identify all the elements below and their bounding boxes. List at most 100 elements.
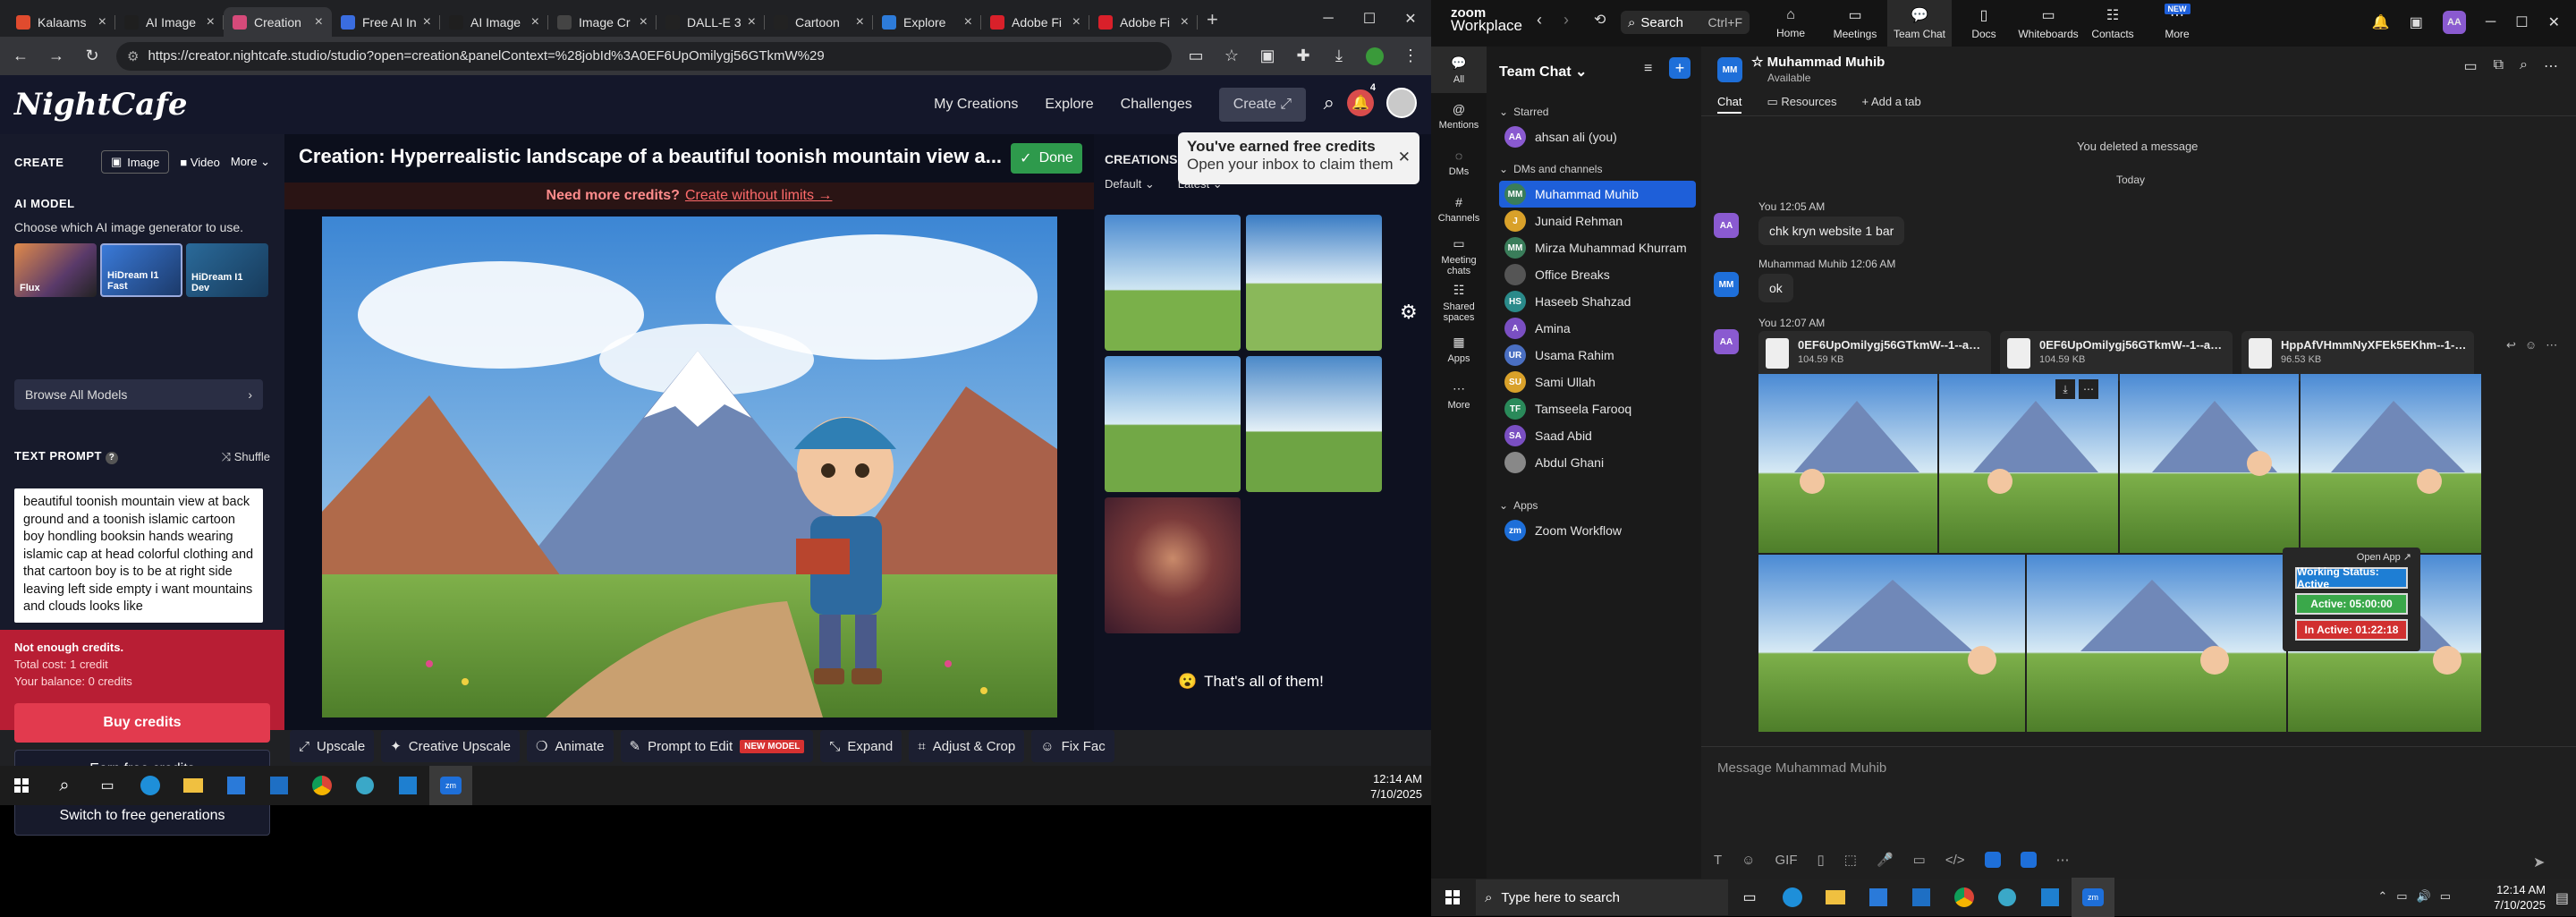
notification-center-icon[interactable]: ▤ [2555, 889, 2569, 907]
tab-close-icon[interactable]: × [207, 14, 215, 30]
browser-tab[interactable]: Kalaams × [7, 7, 115, 37]
browser-tab[interactable]: Adobe Fi × [1089, 7, 1198, 37]
minimize-button[interactable]: ─ [1308, 0, 1349, 37]
free-credits-toast[interactable]: You've earned free credits Open your inb… [1178, 132, 1419, 184]
gif-icon[interactable]: GIF [1775, 853, 1798, 868]
browser-tab[interactable]: Explore × [873, 7, 981, 37]
edge-icon[interactable] [1771, 878, 1814, 917]
message-bubble[interactable]: ok [1758, 274, 1793, 302]
tab-add[interactable]: + Add a tab [1862, 95, 1921, 114]
nav-my-creations[interactable]: My Creations [934, 97, 1018, 113]
menu-icon[interactable]: ⋮ [1399, 45, 1422, 68]
new-tab-button[interactable]: + [1207, 8, 1218, 31]
reply-icon[interactable]: ↩ [2506, 338, 2516, 352]
nav-explore[interactable]: Explore [1045, 97, 1093, 113]
filter-icon[interactable]: ≡ [1644, 61, 1652, 77]
profile-icon[interactable] [1363, 45, 1386, 68]
search-icon[interactable]: ⌕ [1324, 91, 1335, 115]
chrome-icon[interactable] [1943, 878, 1986, 917]
avatar[interactable] [1386, 88, 1417, 118]
send-icon[interactable]: ➤ [2533, 853, 2545, 871]
image-toggle[interactable]: ▣ Image [100, 150, 170, 174]
tab-close-icon[interactable]: × [964, 14, 972, 30]
download-icon[interactable]: ⤓ [1327, 45, 1351, 68]
left-clock[interactable]: 12:14 AM 7/10/2025 [1370, 771, 1422, 802]
bookmark-star-icon[interactable]: ☆ [1220, 45, 1243, 68]
puzzle-icon[interactable]: ✚ [1292, 45, 1315, 68]
zoom-app-icon[interactable]: zm [429, 766, 472, 805]
app-icon[interactable] [1984, 852, 2001, 868]
maximize-button[interactable]: ☐ [1349, 0, 1390, 37]
rail-item[interactable]: ☷ Shared spaces [1431, 279, 1487, 326]
avatar[interactable]: AA [2442, 11, 2466, 34]
rail-item[interactable]: ◌ DMs [1431, 140, 1487, 186]
close-window-button[interactable]: ✕ [2548, 13, 2560, 31]
zoom-search[interactable]: ⌕ Search Ctrl+F [1621, 11, 1750, 34]
browser-tab[interactable]: Free AI In × [332, 7, 440, 37]
browser-tab[interactable]: Image Cr × [548, 7, 657, 37]
tab-chat[interactable]: Chat [1717, 95, 1742, 114]
tab-close-icon[interactable]: × [423, 14, 431, 30]
video-call-icon[interactable]: ▭ [2463, 57, 2477, 75]
file-explorer-icon[interactable] [1814, 878, 1857, 917]
edge-icon[interactable] [129, 766, 172, 805]
create-button[interactable]: Create ⤢ [1218, 88, 1306, 122]
dms-section[interactable]: ⌄ DMs and channels [1499, 163, 1602, 175]
app-icon[interactable] [1986, 878, 2029, 917]
prompt-textarea[interactable]: beautiful toonish mountain view at back … [14, 488, 263, 623]
site-info-icon[interactable]: ⚙ [127, 48, 139, 64]
forward-icon[interactable]: → [45, 45, 68, 68]
tab-close-icon[interactable]: × [531, 14, 539, 30]
contact-item[interactable]: Office Breaks [1499, 261, 1696, 288]
screenshot-icon[interactable]: ⬚ [1844, 852, 1857, 868]
browser-tab[interactable]: AI Image × [115, 7, 224, 37]
model-flux[interactable]: Flux [14, 243, 97, 297]
nav-challenges[interactable]: Challenges [1121, 97, 1192, 113]
zoom-nav-docs[interactable]: ▯ Docs [1952, 0, 2016, 47]
notifications-bell-icon[interactable]: 🔔 4 [1347, 82, 1376, 116]
vscode-icon[interactable] [386, 766, 429, 805]
contact-item[interactable]: UR Usama Rahim [1499, 342, 1696, 369]
more-toggle[interactable]: More ⌄ [231, 155, 270, 169]
battery-icon[interactable]: ▭ [2440, 889, 2451, 904]
emoji-icon[interactable]: ☺ [1741, 853, 1755, 868]
buy-credits-button[interactable]: Buy credits [14, 703, 270, 743]
zoom-workflow-item[interactable]: zm Zoom Workflow [1499, 517, 1696, 544]
rail-item[interactable]: ▦ Apps [1431, 326, 1487, 372]
more-icon[interactable]: ⋯ [2546, 338, 2557, 352]
chat-self[interactable]: AA ahsan ali (you) [1499, 123, 1696, 150]
back-icon[interactable]: ← [9, 45, 32, 68]
tool-button[interactable]: ✦ Creative Upscale [381, 730, 521, 762]
forward-icon[interactable]: › [1563, 11, 1569, 30]
outlook-icon[interactable] [258, 766, 301, 805]
contact-item[interactable]: Abdul Ghani [1499, 449, 1696, 476]
app-icon[interactable] [2020, 852, 2037, 868]
model-hidream-fast[interactable]: HiDream I1 Fast [100, 243, 182, 297]
more-icon[interactable]: ⋯ [2056, 852, 2070, 868]
chrome-icon[interactable] [301, 766, 343, 805]
browser-tab[interactable]: Creation × [224, 7, 332, 37]
file-explorer-icon[interactable] [172, 766, 215, 805]
tool-button[interactable]: ✎ Prompt to Edit NEW MODEL [620, 730, 814, 762]
contact-item[interactable]: TF Tamseela Farooq [1499, 395, 1696, 422]
tab-close-icon[interactable]: × [748, 14, 756, 30]
rail-item[interactable]: ▭ Meeting chats [1431, 233, 1487, 279]
model-hidream-dev[interactable]: HiDream I1 Dev [186, 243, 268, 297]
download-icon[interactable]: ⤓ [2055, 379, 2075, 399]
shuffle-button[interactable]: ⤨ Shuffle [222, 450, 270, 464]
outlook-icon[interactable] [1900, 878, 1943, 917]
popout-icon[interactable]: ⧉ [2494, 57, 2504, 75]
rail-item[interactable]: @ Mentions [1431, 93, 1487, 140]
zoom-nav-contacts[interactable]: ☷ Contacts [2080, 0, 2145, 47]
zoom-nav-team-chat[interactable]: 💬 Team Chat [1887, 0, 1952, 47]
tool-button[interactable]: ❍ Animate [527, 730, 614, 762]
windows-start-icon[interactable] [1431, 878, 1474, 917]
contact-item[interactable]: A Amina [1499, 315, 1696, 342]
creation-thumbnail[interactable] [1246, 215, 1382, 351]
app-icon[interactable] [343, 766, 386, 805]
tab-close-icon[interactable]: × [315, 14, 323, 30]
browser-tab[interactable]: AI Image × [440, 7, 548, 37]
emoji-icon[interactable]: ☺ [2525, 338, 2537, 352]
tab-close-icon[interactable]: × [1181, 14, 1189, 30]
history-icon[interactable]: ⟲ [1594, 11, 1606, 29]
